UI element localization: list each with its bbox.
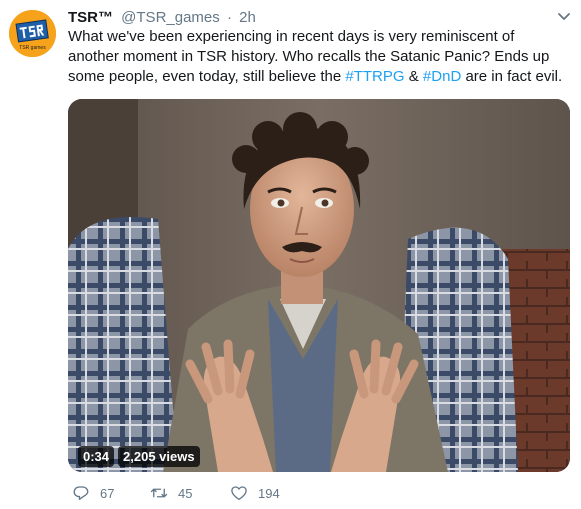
tweet-text: What we've been experiencing in recent d… (68, 27, 568, 87)
tweet-text-part: are in fact evil. (461, 68, 563, 85)
chevron-down-icon[interactable] (556, 8, 572, 24)
reply-icon (73, 486, 89, 501)
retweet-button[interactable]: 45 (150, 484, 192, 502)
video-views: 2,205 views (118, 446, 200, 467)
separator-dot: · (226, 9, 232, 26)
reply-button[interactable]: 67 (72, 484, 114, 502)
video-badges: 0:34 2,205 views (78, 446, 200, 467)
heart-icon (231, 486, 247, 501)
tweet[interactable]: TSR games TSR™ @TSR_games · 2h What we'v… (0, 0, 581, 509)
like-count: 194 (258, 485, 280, 501)
hashtag-dnd[interactable]: #DnD (423, 68, 461, 85)
video-player[interactable] (68, 99, 570, 472)
tweet-timestamp[interactable]: 2h (239, 9, 256, 26)
tsr-logo: TSR games (9, 10, 56, 57)
author-handle[interactable]: @TSR_games (121, 9, 220, 26)
tweet-actions: 67 45 194 (68, 484, 488, 504)
author-name[interactable]: TSR™ (68, 9, 113, 26)
reply-count: 67 (100, 485, 115, 501)
retweet-count: 45 (178, 485, 193, 501)
like-button[interactable]: 194 (230, 484, 280, 502)
avatar-subtext: TSR games (19, 45, 46, 51)
tweet-header: TSR™ @TSR_games · 2h (68, 8, 256, 28)
tweet-text-part: & (404, 68, 423, 85)
video-duration: 0:34 (78, 446, 115, 467)
video-frame (68, 99, 570, 472)
avatar[interactable]: TSR games (9, 10, 56, 57)
retweet-icon (150, 488, 168, 498)
hashtag-ttrpg[interactable]: #TTRPG (345, 68, 404, 85)
